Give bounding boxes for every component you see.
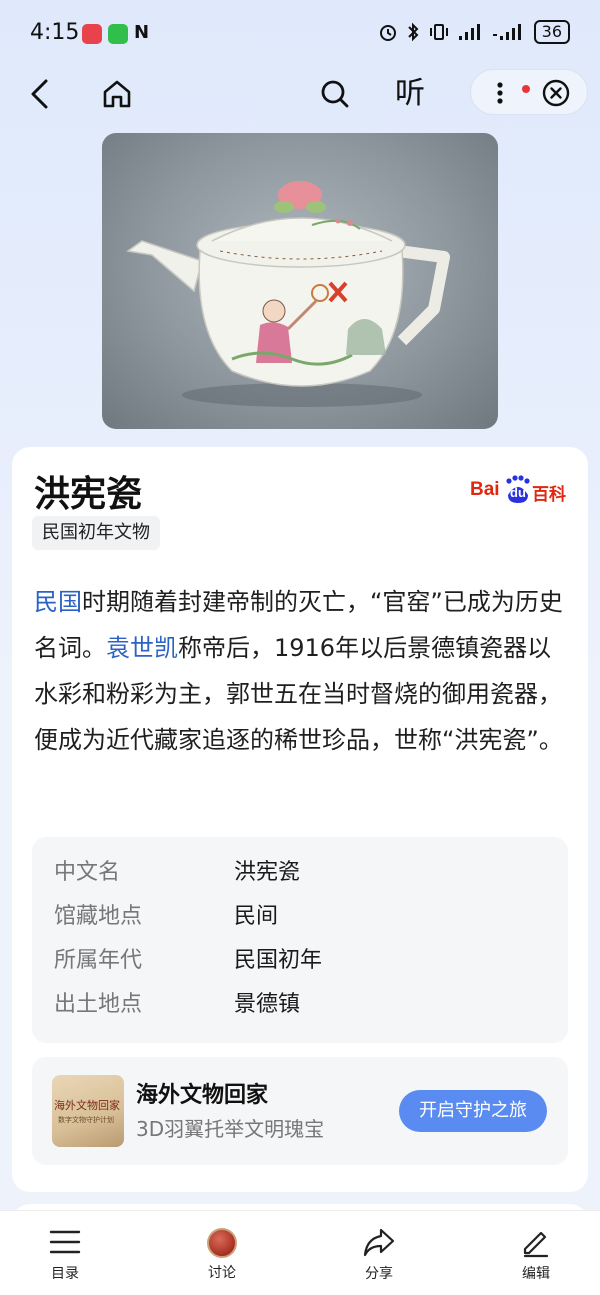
info-row: 中文名 洪宪瓷: [32, 851, 568, 895]
info-value: 洪宪瓷: [234, 860, 301, 885]
article-description: 民国时期随着封建帝制的灭亡，“官窑”已成为历史名词。袁世凯称帝后，1916年以后…: [34, 579, 574, 763]
promo-thumbnail: 海外文物回家 数字文物守护计划: [52, 1075, 124, 1147]
promo-thumb-title: 海外文物回家: [54, 1099, 120, 1112]
era-tag[interactable]: 民国初年文物: [32, 516, 160, 550]
red-app-icon: [82, 24, 102, 44]
seal-icon: [207, 1228, 237, 1258]
home-button[interactable]: [97, 74, 137, 114]
battery-indicator: 36: [533, 20, 570, 44]
info-row: 所属年代 民国初年: [32, 939, 568, 983]
article-card: 洪宪瓷 Bai du 百科 民国初年文物 民国时期随着封建帝制的灭亡，“官窑”已…: [12, 447, 588, 1192]
tab-label: 讨论: [208, 1265, 236, 1281]
mini-program-capsule: [470, 69, 588, 115]
info-box: 中文名 洪宪瓷 馆藏地点 民间 所属年代 民国初年 出土地点 景德镇: [32, 837, 568, 1043]
home-icon: [103, 80, 131, 108]
close-button[interactable]: [541, 78, 571, 108]
promo-title: 海外文物回家: [136, 1083, 269, 1108]
baike-logo-bai: Bai: [470, 479, 500, 500]
notification-dot: [522, 85, 530, 93]
promo-thumb-subtitle: 数字文物守护计划: [58, 1116, 114, 1124]
tab-label: 目录: [51, 1266, 79, 1282]
promo-subtitle: 3D羽翼托举文明瑰宝: [136, 1117, 325, 1141]
more-button[interactable]: [485, 78, 530, 108]
promo-banner[interactable]: 海外文物回家 数字文物守护计划 海外文物回家 3D羽翼托举文明瑰宝 开启守护之旅: [32, 1057, 568, 1165]
edit-icon: [523, 1231, 549, 1258]
info-key: 馆藏地点: [54, 904, 143, 929]
info-row: 出土地点 景德镇: [32, 983, 568, 1027]
baike-logo-du: du: [510, 485, 526, 500]
teapot-image[interactable]: [102, 133, 498, 429]
status-icons: 36: [378, 20, 570, 44]
tab-discussion[interactable]: 讨论: [182, 1225, 262, 1287]
info-value: 民国初年: [234, 948, 323, 973]
nfc-icon: N: [134, 22, 150, 43]
back-button[interactable]: [20, 74, 60, 114]
bottom-bar: 目录 讨论 分享 编辑: [0, 1210, 600, 1295]
bluetooth-icon: [407, 22, 419, 42]
link-yuan-shikai[interactable]: 袁世凯: [106, 634, 178, 662]
info-key: 出土地点: [54, 992, 143, 1017]
listen-button[interactable]: 听: [395, 74, 425, 114]
wechat-icon: [108, 24, 128, 44]
teapot-illustration: [126, 181, 450, 407]
status-bar: 4:15 N 36: [0, 0, 600, 68]
vibrate-icon: [429, 24, 448, 40]
info-row: 馆藏地点 民间: [32, 895, 568, 939]
share-icon: [363, 1228, 395, 1257]
tab-label: 分享: [365, 1266, 393, 1282]
chevron-left-icon: [31, 79, 48, 109]
tab-label: 编辑: [522, 1266, 550, 1282]
tab-share[interactable]: 分享: [339, 1225, 419, 1287]
start-guardian-button[interactable]: 开启守护之旅: [399, 1090, 547, 1132]
info-key: 所属年代: [54, 948, 143, 973]
signal-icon: [458, 24, 480, 40]
list-icon: [49, 1230, 81, 1254]
tab-contents[interactable]: 目录: [25, 1225, 105, 1287]
signal-2-icon: [492, 24, 521, 40]
search-icon: [321, 80, 349, 108]
info-value: 民间: [234, 904, 279, 929]
article-title: 洪宪瓷: [34, 474, 143, 515]
tab-edit[interactable]: 编辑: [496, 1225, 576, 1287]
status-time: 4:15: [30, 20, 80, 45]
baidu-baike-logo[interactable]: Bai du 百科: [470, 473, 574, 505]
baike-logo-baike: 百科: [532, 485, 566, 505]
alarm-icon: [379, 25, 396, 41]
link-minguo[interactable]: 民国: [34, 588, 82, 616]
close-icon: [542, 79, 570, 107]
search-button[interactable]: [315, 74, 355, 114]
nav-bar: 听: [0, 68, 600, 120]
info-value: 景德镇: [234, 992, 301, 1017]
info-key: 中文名: [54, 860, 121, 885]
more-vertical-icon: [497, 82, 503, 104]
